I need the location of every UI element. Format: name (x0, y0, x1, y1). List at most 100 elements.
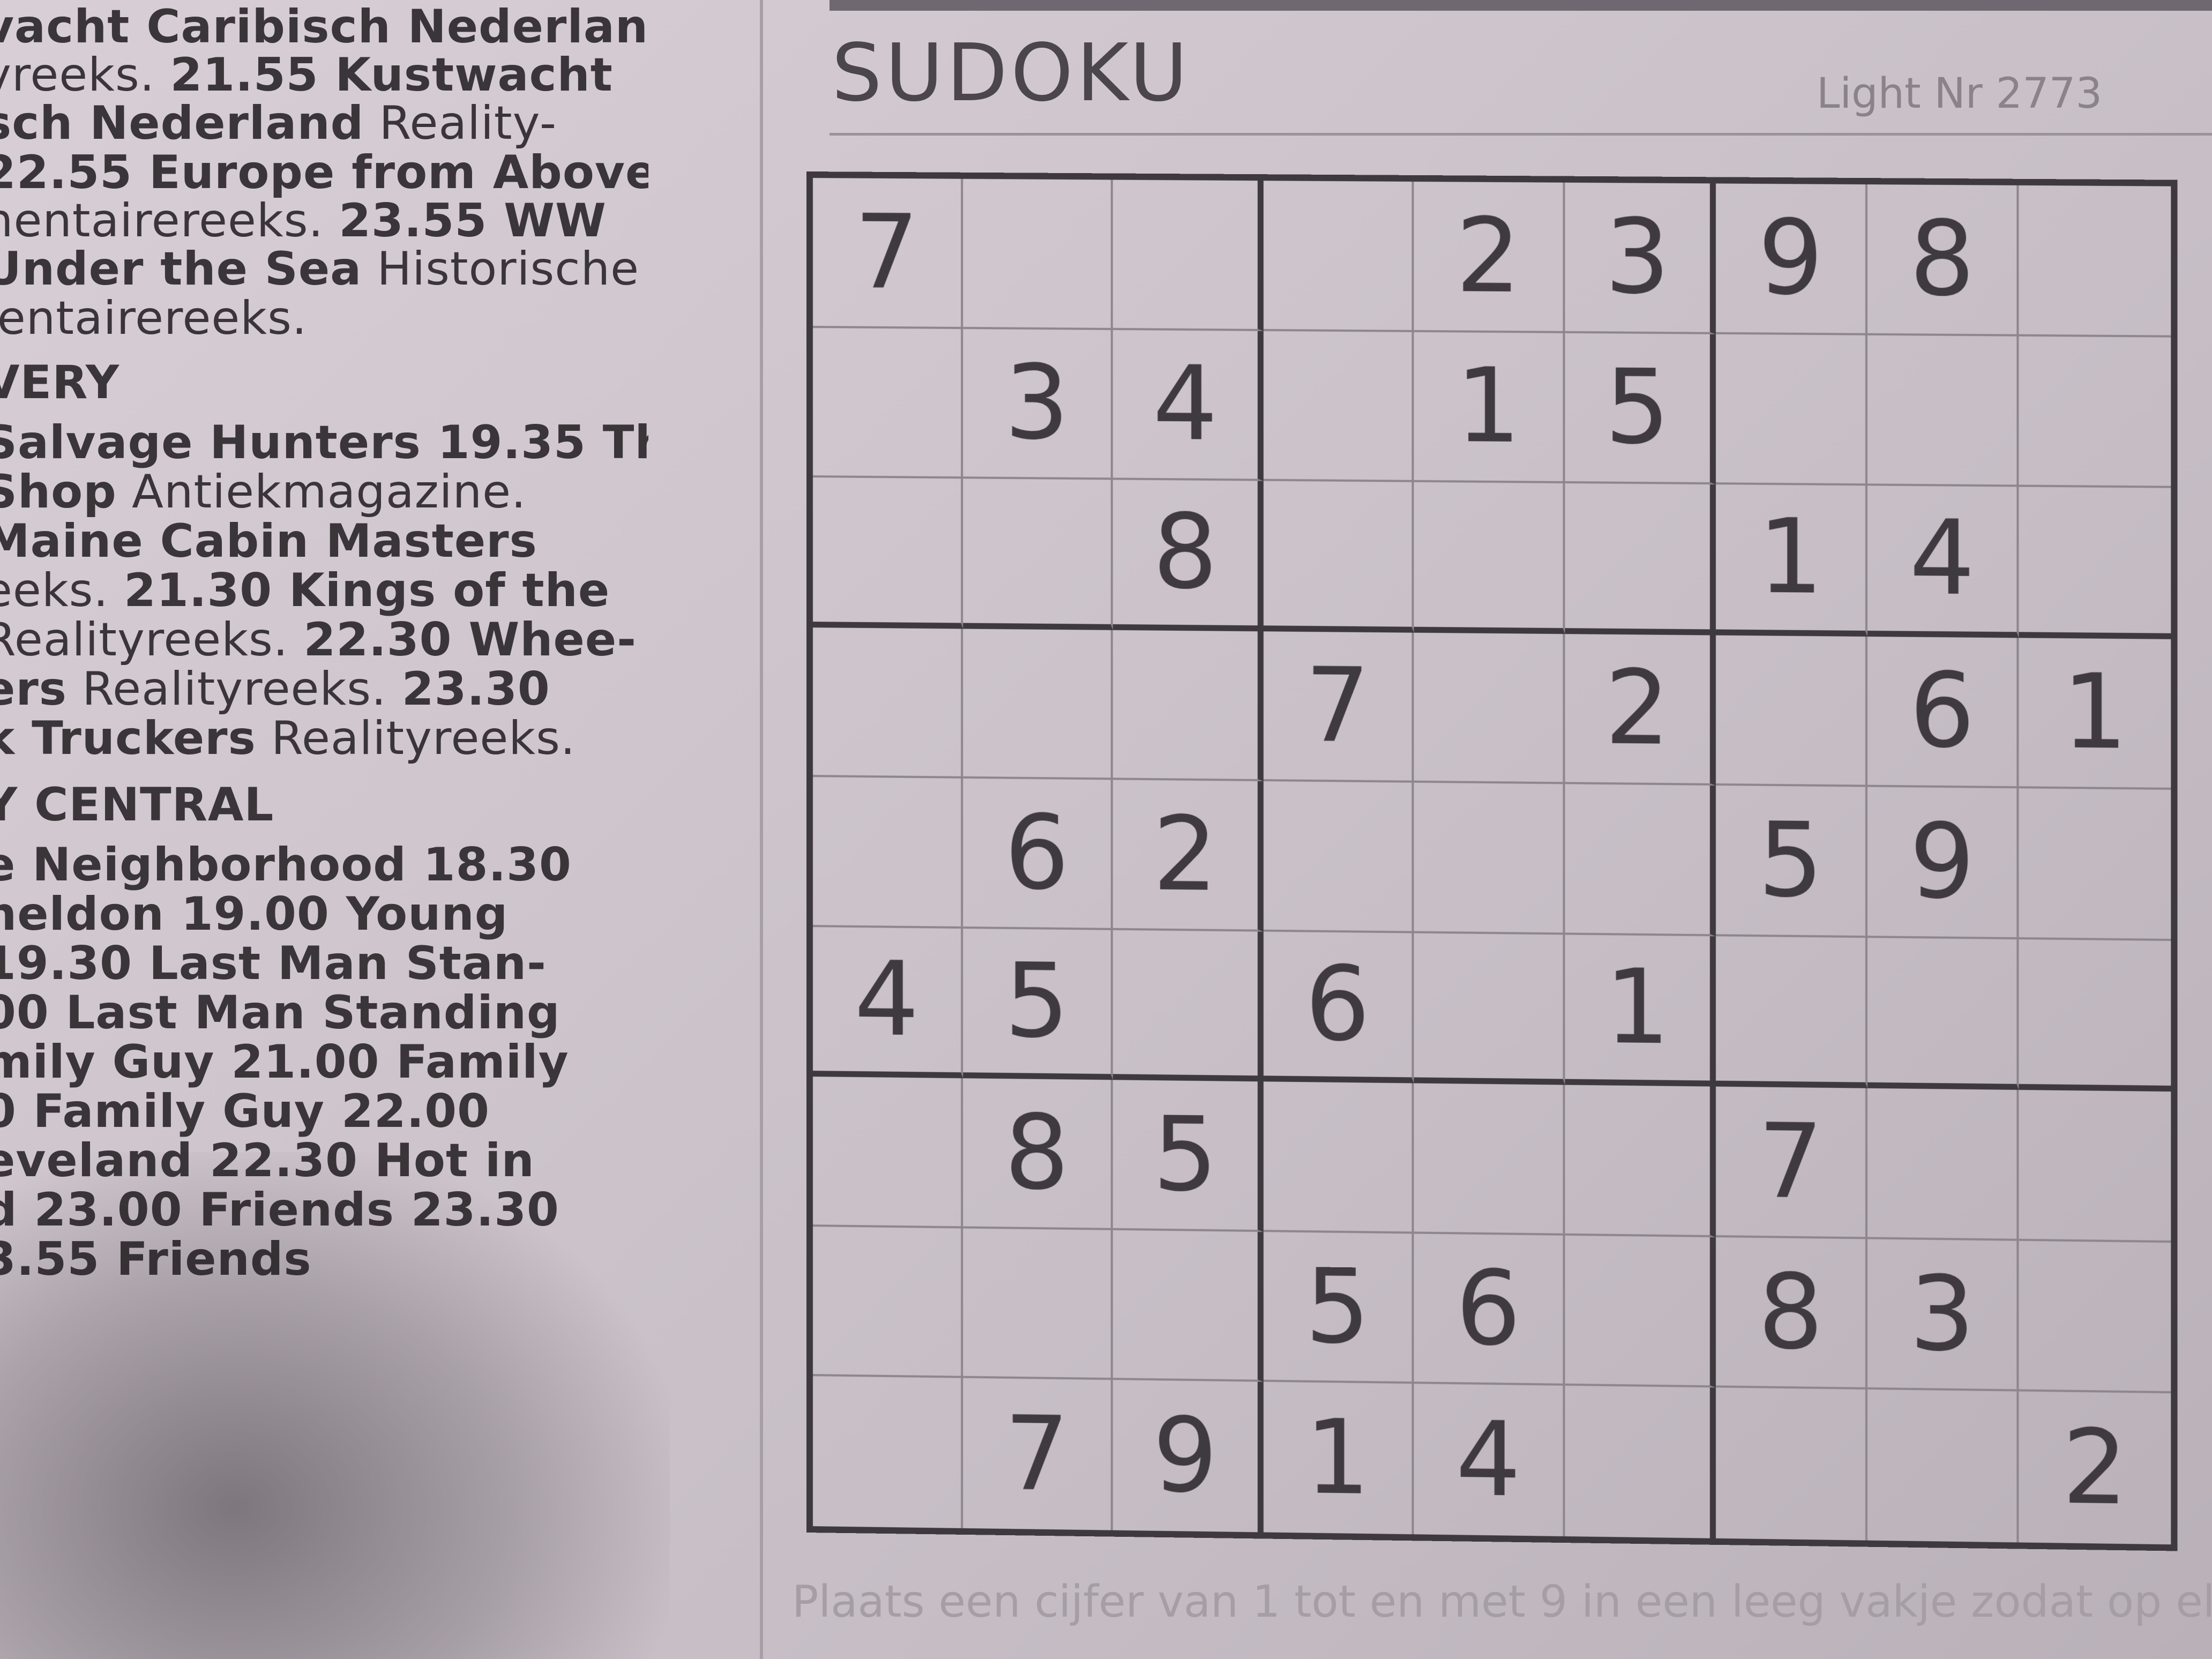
sudoku-cell: 3 (1565, 182, 1716, 334)
sudoku-cell (1414, 482, 1565, 634)
sudoku-cell: 2 (2062, 1408, 2128, 1528)
tv-program-text: nentairereeks. (0, 194, 339, 248)
sudoku-cell (1112, 1230, 1264, 1382)
sudoku-cell (1867, 1389, 2019, 1543)
sudoku-cell (1716, 635, 1867, 787)
sudoku-cell (1565, 1386, 1716, 1538)
tv-listing-line: 22.55 Europe from Above (0, 146, 648, 199)
sudoku-cell: 7 (962, 1378, 1113, 1530)
sudoku-cell: 4 (1414, 1384, 1565, 1537)
hand-shadow (0, 1152, 670, 1659)
sudoku-cell: 8 (1112, 480, 1264, 631)
sudoku-cell (1263, 331, 1414, 482)
sudoku-cell (2019, 1240, 2171, 1394)
sudoku-cell: 5 (1263, 1231, 1414, 1384)
tv-program-text: Realityreeks. (0, 613, 304, 667)
sudoku-cell: 5 (962, 928, 1113, 1080)
sudoku-cell (1263, 1081, 1414, 1234)
sudoku-cell: 8 (1716, 1237, 1867, 1390)
tv-listing-line: Salvage Hunters 19.35 The (0, 416, 648, 469)
sudoku-cell (1414, 1083, 1565, 1236)
sudoku-cell (812, 1077, 963, 1229)
sudoku-cell (812, 777, 963, 929)
tv-listing-line: mily Guy 21.00 Family (0, 1035, 569, 1089)
sudoku-cell (1414, 933, 1565, 1085)
sudoku-cell (1867, 937, 2019, 1090)
tv-program-text: Antiekmagazine. (116, 465, 527, 519)
sudoku-cell: 6 (1867, 636, 2019, 789)
tv-program-bold: k Truckers (0, 712, 256, 765)
sudoku-cell (1716, 1387, 1867, 1541)
tv-listing-line: nentairereeks. 23.55 WW (0, 194, 607, 248)
sudoku-cell (962, 1228, 1113, 1380)
sudoku-cell (2019, 185, 2171, 338)
sudoku-cell: 5 (1112, 1080, 1264, 1232)
sudoku-cell (1716, 936, 1867, 1089)
top-rule (829, 0, 2212, 11)
tv-listing-line: Realityreeks. 22.30 Whee- (0, 613, 637, 667)
sudoku-cell (812, 327, 963, 479)
tv-program-bold: Salvage Hunters 19.35 The (0, 416, 648, 469)
sudoku-cell (1565, 483, 1716, 636)
sudoku-cell: 6 (1263, 931, 1414, 1083)
sudoku-cell (1565, 1085, 1716, 1237)
sudoku-cell (1112, 180, 1264, 331)
sudoku-cell: 7 (1716, 1087, 1867, 1239)
sudoku-cell (1263, 181, 1414, 332)
sudoku-cell (812, 627, 963, 779)
sudoku-cell: 4 (1112, 330, 1264, 481)
tv-program-bold: 23.30 (401, 662, 550, 716)
sudoku-cell: 1 (1414, 332, 1565, 484)
sudoku-cell (962, 479, 1113, 630)
tv-listing-line: 19.30 Last Man Stan- (0, 937, 547, 990)
sudoku-cell (1716, 334, 1867, 486)
tv-program-bold: 19.30 Last Man Stan- (0, 937, 547, 990)
sudoku-cell (1565, 1235, 1716, 1388)
tv-listing-line: heldon 19.00 Young (0, 887, 508, 941)
sudoku-cell: 2 (1565, 633, 1716, 786)
tv-program-text: yreeks. (0, 48, 170, 102)
sudoku-board: 723983415814726162594561857568379142 (806, 171, 2178, 1551)
tv-program-text: Historische (362, 242, 639, 296)
tv-program-bold: 23.55 WW (339, 194, 607, 248)
sudoku-cell: 2 (1414, 181, 1565, 333)
tv-listing-line: k Truckers Realityreeks. (0, 712, 576, 765)
sudoku-cell (1414, 632, 1565, 784)
tv-program-text: Reality- (364, 96, 557, 150)
tv-listing-line: VERY (0, 356, 119, 409)
sudoku-cell: 3 (962, 328, 1113, 480)
tv-program-bold: mily Guy 21.00 Family (0, 1035, 569, 1089)
tv-program-bold: Under the Sea (0, 242, 362, 296)
tv-program-text: eeks. (0, 564, 109, 617)
sudoku-cell: 9 (1867, 787, 2019, 939)
sudoku-cell: 4 (1867, 485, 2019, 638)
sudoku-cell: 3 (1867, 1239, 2019, 1392)
tv-program-bold: Y CENTRAL (0, 778, 274, 832)
sudoku-cell: 5 (1565, 333, 1716, 485)
sudoku-cell (1263, 481, 1414, 633)
tv-program-bold: vacht Caribisch Nederland (0, 0, 648, 54)
sudoku-cell (1867, 335, 2019, 487)
sudoku-cell (1414, 782, 1565, 935)
tv-program-bold: sch Nederland (0, 96, 364, 150)
sudoku-cell (2019, 1090, 2171, 1243)
tv-listing-line: sch Nederland Reality- (0, 96, 557, 150)
sudoku-cell: 1 (1263, 1382, 1414, 1535)
tv-program-bold: heldon 19.00 Young (0, 887, 509, 941)
sudoku-cell (2019, 939, 2171, 1092)
sudoku-cell: 8 (1867, 184, 2019, 337)
tv-listing-line: vacht Caribisch Nederland (0, 0, 648, 54)
tv-program-bold: 22.30 Whee- (303, 613, 637, 667)
tv-program-bold: VERY (0, 356, 120, 409)
sudoku-cell: 9 (1112, 1380, 1264, 1533)
sudoku-cell (2019, 487, 2171, 639)
tv-program-bold: Maine Cabin Masters (0, 514, 537, 568)
sudoku-cell: 9 (1716, 183, 1867, 335)
column-divider (760, 0, 763, 1659)
tv-listing-line: Under the Sea Historische (0, 242, 639, 296)
tv-program-text: Realityreeks. (256, 712, 576, 765)
tv-program-bold: 00 Last Man Standing (0, 986, 561, 1040)
tv-program-bold: ers (0, 662, 67, 716)
tv-listing-line: ientairereeks. (0, 292, 307, 345)
sudoku-cell (812, 477, 963, 629)
